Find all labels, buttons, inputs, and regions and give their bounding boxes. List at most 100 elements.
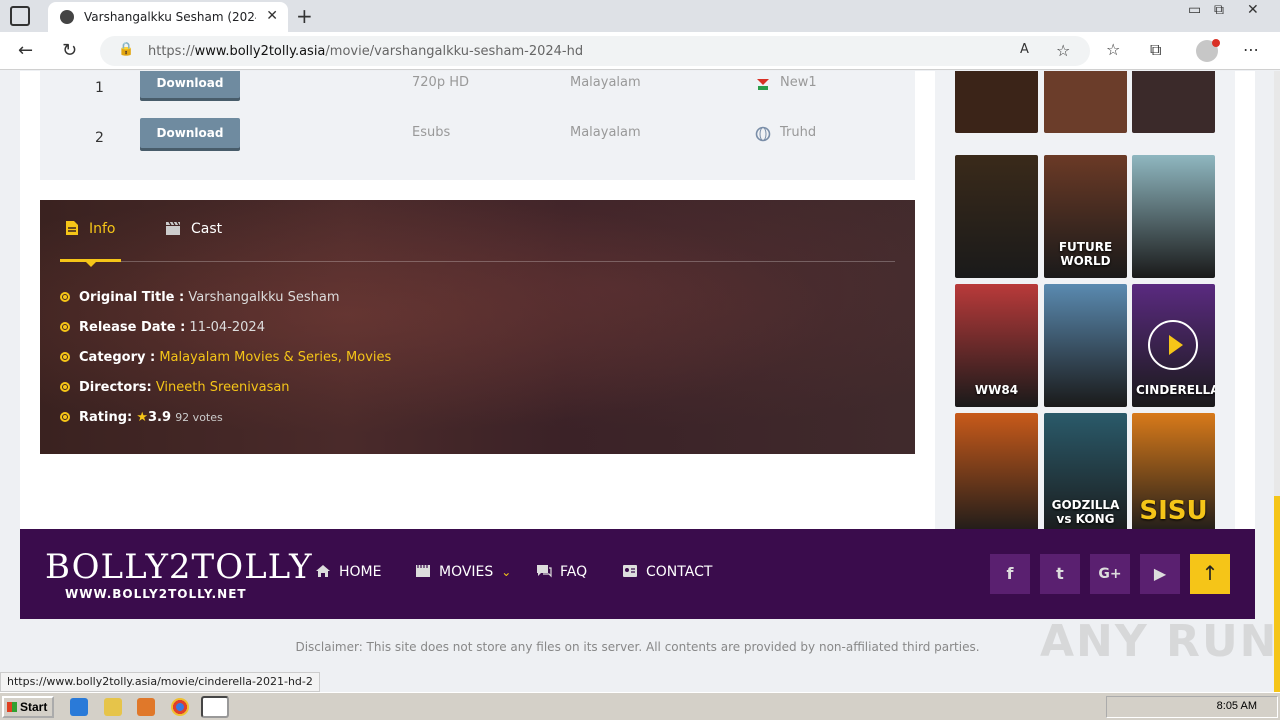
start-button[interactable]: Start	[2, 696, 54, 718]
site-favicon-icon	[60, 10, 74, 24]
poster-thumbnail[interactable]	[955, 71, 1038, 133]
scroll-top-button[interactable]: ↑	[1190, 554, 1230, 594]
active-tab-indicator	[60, 259, 121, 267]
contact-card-icon	[623, 565, 637, 577]
chat-icon	[537, 565, 552, 578]
play-icon[interactable]	[1148, 320, 1198, 370]
bullet-icon	[60, 382, 70, 392]
chevron-down-icon[interactable]: ⌄	[501, 565, 511, 579]
bullet-icon	[60, 412, 70, 422]
media-player-icon[interactable]	[137, 698, 155, 716]
facebook-icon[interactable]: f	[990, 554, 1030, 594]
collections-icon[interactable]: ⧉	[1150, 40, 1161, 60]
poster-thumbnail[interactable]	[955, 413, 1038, 536]
footer-nav-contact[interactable]: CONTACT	[622, 564, 712, 580]
table-row: 2 Download Esubs Malayalam Truhd	[40, 118, 915, 158]
bullet-icon	[60, 322, 70, 332]
category-row: Category : Malayalam Movies & Series, Mo…	[60, 350, 391, 365]
directors-row: Directors: Vineeth Sreenivasan	[60, 380, 290, 395]
tab-close-icon[interactable]: ✕	[266, 8, 278, 24]
profile-avatar[interactable]	[1196, 39, 1220, 62]
movie-info-panel: Info Cast Original Title : Varshangalkku…	[40, 200, 915, 454]
edge-icon[interactable]	[201, 696, 229, 718]
ie-icon[interactable]	[70, 698, 88, 716]
browser-tabbar: Varshangalkku Sesham (2024) M ✕ + ▭ ⧉ ✕	[0, 0, 1280, 32]
clapperboard-icon	[166, 221, 180, 235]
language-cell: Malayalam	[570, 75, 641, 90]
favorites-icon[interactable]: ☆	[1106, 40, 1120, 59]
host-cell: Truhd	[780, 125, 817, 140]
download-table: 1 Download 720p HD Malayalam New1 2 Down…	[40, 71, 915, 180]
star-icon: ★	[136, 410, 149, 425]
tab-actions-icon[interactable]	[10, 6, 30, 26]
restore-icon[interactable]: ⧉	[1214, 2, 1224, 18]
footer-nav-home[interactable]: HOME	[315, 564, 381, 580]
tab-cast[interactable]: Cast	[165, 220, 222, 237]
bullet-icon	[60, 292, 70, 302]
poster-thumbnail[interactable]	[1132, 71, 1215, 133]
twitter-icon[interactable]: t	[1040, 554, 1080, 594]
page-viewport: 1 Download 720p HD Malayalam New1 2 Down…	[0, 71, 1280, 692]
new-tab-icon[interactable]: +	[296, 4, 313, 28]
footer-nav-movies[interactable]: MOVIES ⌄	[415, 564, 511, 580]
document-icon	[66, 221, 78, 235]
poster-thumbnail-hovered[interactable]: CINDERELLA	[1132, 284, 1215, 407]
lock-icon: 🔒	[118, 42, 135, 57]
logo-subtitle: WWW.BOLLY2TOLLY.NET	[65, 587, 247, 601]
content-card: 1 Download 720p HD Malayalam New1 2 Down…	[20, 71, 1255, 580]
language-cell: Malayalam	[570, 125, 641, 140]
minimize-icon[interactable]: ▭	[1188, 2, 1201, 18]
browser-toolbar: ← ↻ 🔒 https://www.bolly2tolly.asia/movie…	[0, 32, 1280, 70]
more-menu-icon[interactable]: ⋯	[1243, 40, 1259, 59]
poster-thumbnail[interactable]	[955, 155, 1038, 278]
youtube-icon[interactable]: ▶	[1140, 554, 1180, 594]
poster-thumbnail[interactable]: FUTURE WORLD	[1044, 155, 1127, 278]
folder-icon[interactable]	[104, 698, 122, 716]
poster-thumbnail[interactable]: SISU	[1132, 413, 1215, 536]
scrollbar-thumb[interactable]	[1274, 496, 1280, 692]
table-row: 1 Download 720p HD Malayalam New1	[40, 71, 915, 108]
category-link[interactable]: Malayalam Movies & Series, Movies	[159, 350, 391, 365]
poster-thumbnail[interactable]	[1044, 284, 1127, 407]
votes-count: 92 votes	[175, 411, 223, 424]
site-logo[interactable]: BOLLY2TOLLY	[45, 547, 313, 587]
back-arrow-icon[interactable]: ←	[18, 40, 33, 61]
release-date-row: Release Date : 11-04-2024	[60, 320, 265, 335]
poster-thumbnail[interactable]	[1132, 155, 1215, 278]
globe-icon	[755, 126, 771, 142]
poster-thumbnail[interactable]: GODZILLA vs KONG	[1044, 413, 1127, 536]
system-tray: 8:05 AM	[1106, 696, 1278, 718]
footer-nav-faq[interactable]: FAQ	[536, 564, 587, 580]
tab-info[interactable]: Info	[65, 220, 116, 237]
home-icon	[316, 565, 330, 577]
download-button[interactable]: Download	[140, 71, 240, 98]
row-number: 1	[95, 80, 104, 96]
tab-title: Varshangalkku Sesham (2024) M	[84, 10, 256, 24]
read-aloud-icon[interactable]: A	[1020, 42, 1029, 57]
add-favorite-icon[interactable]: ☆	[1056, 41, 1070, 60]
original-title-row: Original Title : Varshangalkku Sesham	[60, 290, 340, 305]
clock: 8:05 AM	[1216, 700, 1257, 712]
rating-value: 3.9	[148, 410, 172, 425]
quality-cell: 720p HD	[412, 75, 469, 90]
bullet-icon	[60, 352, 70, 362]
row-number: 2	[95, 130, 104, 146]
chrome-icon[interactable]	[171, 698, 189, 716]
film-icon	[416, 565, 430, 577]
director-link[interactable]: Vineeth Sreenivasan	[156, 380, 290, 395]
browser-tab-active[interactable]: Varshangalkku Sesham (2024) M ✕	[48, 2, 288, 32]
poster-thumbnail[interactable]: WW84	[955, 284, 1038, 407]
address-bar[interactable]: 🔒 https://www.bolly2tolly.asia/movie/var…	[100, 36, 1090, 66]
refresh-icon[interactable]: ↻	[62, 40, 77, 61]
google-plus-icon[interactable]: G+	[1090, 554, 1130, 594]
taskbar: Start 8:05 AM	[0, 692, 1280, 720]
watermark: ANY RUN	[1040, 616, 1279, 667]
poster-thumbnail[interactable]	[1044, 71, 1127, 133]
url-text: https://www.bolly2tolly.asia/movie/varsh…	[148, 44, 584, 59]
window-close-icon[interactable]: ✕	[1247, 2, 1259, 18]
quality-cell: Esubs	[412, 125, 451, 140]
status-url-tooltip: https://www.bolly2tolly.asia/movie/cinde…	[0, 672, 320, 692]
download-button[interactable]: Download	[140, 118, 240, 148]
related-movies-sidebar: FUTURE WORLD WW84 CINDERELLA GODZILLA vs…	[935, 71, 1235, 562]
rating-row: Rating: ★3.9 92 votes	[60, 410, 223, 425]
